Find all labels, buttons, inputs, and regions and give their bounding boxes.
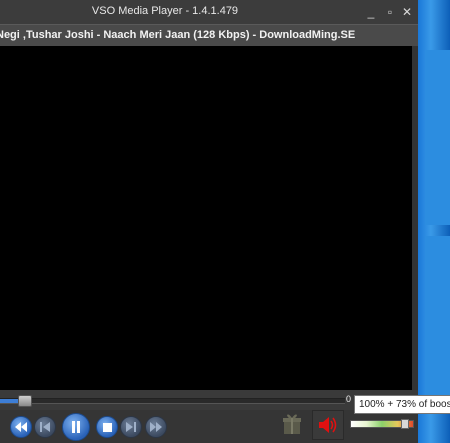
speaker-icon [319, 417, 337, 433]
rewind-button[interactable] [10, 416, 32, 438]
rewind-icon [15, 422, 27, 432]
restore-button[interactable]: ▫ [381, 3, 399, 21]
next-button[interactable] [120, 416, 142, 438]
volume-slider[interactable] [350, 419, 414, 429]
track-title: Negi ,Tushar Joshi - Naach Meri Jaan (12… [0, 29, 356, 41]
previous-button[interactable] [34, 416, 56, 438]
fast-forward-button[interactable] [145, 416, 167, 438]
pause-button[interactable] [62, 413, 90, 441]
windows-logo-pane [425, 236, 450, 396]
gift-button[interactable] [282, 412, 302, 436]
previous-icon [40, 422, 50, 432]
close-button[interactable]: ✕ [398, 3, 416, 21]
next-icon [126, 422, 136, 432]
pause-icon [72, 421, 80, 433]
seek-bar[interactable] [0, 395, 345, 407]
minimize-button[interactable]: _ [362, 3, 380, 21]
time-label: 0 [346, 394, 352, 404]
fast-forward-icon [150, 422, 162, 432]
stop-icon [102, 422, 112, 432]
now-playing-bar: Negi ,Tushar Joshi - Naach Meri Jaan (12… [0, 24, 418, 48]
windows-logo-pane [425, 50, 450, 225]
gift-icon [283, 414, 301, 434]
seek-thumb[interactable] [18, 395, 32, 407]
window-title: VSO Media Player - 1.4.1.479 [91, 5, 239, 17]
volume-tooltip: 100% + 73% of boost [354, 395, 450, 414]
video-area[interactable] [0, 46, 418, 390]
mute-button[interactable] [312, 410, 344, 440]
media-player-window: VSO Media Player - 1.4.1.479 _ ▫ ✕ Negi … [0, 0, 450, 443]
stop-button[interactable] [96, 416, 118, 438]
title-bar[interactable]: VSO Media Player - 1.4.1.479 _ ▫ ✕ [0, 0, 418, 24]
volume-thumb[interactable] [401, 419, 409, 429]
